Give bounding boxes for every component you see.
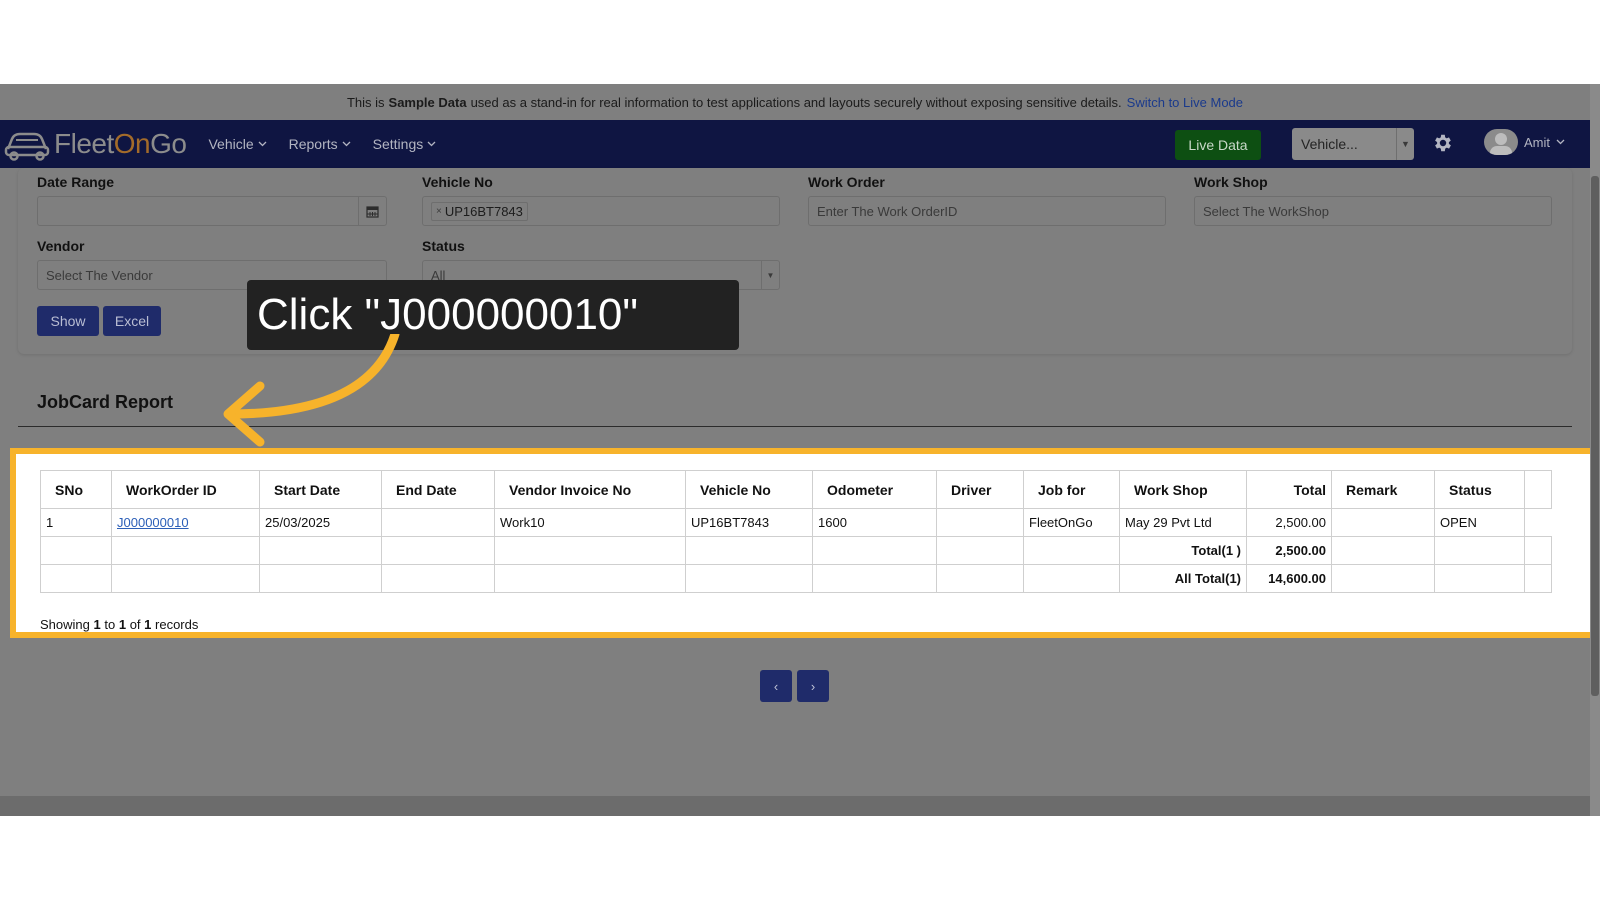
cell-empty: [1525, 509, 1552, 537]
chevron-down-icon: [258, 141, 267, 147]
workshop-label: Work Shop: [1194, 174, 1268, 190]
excel-button[interactable]: Excel: [103, 306, 161, 336]
cell-work-shop: May 29 Pvt Ltd: [1119, 508, 1247, 537]
car-logo-icon: [4, 132, 50, 161]
col-status[interactable]: Status: [1434, 470, 1525, 509]
jobcard-table: SNo WorkOrder ID Start Date End Date Ven…: [40, 470, 1552, 593]
banner-bold: Sample Data: [388, 94, 467, 110]
status-label: Status: [422, 238, 465, 254]
caret-down-icon: ▼: [1396, 128, 1414, 160]
highlighted-table-section: SNo WorkOrder ID Start Date End Date Ven…: [10, 448, 1600, 638]
col-odometer[interactable]: Odometer: [812, 470, 937, 509]
cell-start-date: 25/03/2025: [259, 508, 382, 537]
cell-odometer: 1600: [812, 508, 937, 537]
prev-page-button[interactable]: ‹: [760, 670, 792, 702]
date-range-label: Date Range: [37, 174, 115, 190]
user-menu[interactable]: Amit: [1484, 129, 1565, 155]
vehicle-no-input[interactable]: × UP16BT7843: [422, 196, 780, 226]
vehicle-select-value: Vehicle...: [1301, 136, 1358, 152]
next-page-button[interactable]: ›: [797, 670, 829, 702]
work-order-label: Work Order: [808, 174, 885, 190]
switch-live-mode-link[interactable]: Switch to Live Mode: [1127, 95, 1243, 110]
cell-sno: 1: [40, 508, 112, 537]
col-total[interactable]: Total: [1246, 470, 1332, 509]
gear-icon[interactable]: [1432, 132, 1454, 154]
banner-text: used as a stand-in for real information …: [470, 94, 1122, 110]
col-driver[interactable]: Driver: [936, 470, 1024, 509]
cell-remark: [1331, 508, 1435, 537]
logo-text: FleetOnGo: [54, 128, 187, 159]
col-job-for[interactable]: Job for: [1023, 470, 1120, 509]
col-empty: [1524, 470, 1552, 509]
jobcard-table-wrap: SNo WorkOrder ID Start Date End Date Ven…: [40, 470, 1552, 593]
report-title: JobCard Report: [37, 392, 174, 412]
remove-chip-icon[interactable]: ×: [436, 206, 442, 217]
work-order-input[interactable]: Enter The Work OrderID: [808, 196, 1166, 226]
all-total-label: All Total(1): [1119, 564, 1247, 593]
col-vehicle-no[interactable]: Vehicle No: [685, 470, 813, 509]
nav-menu-settings[interactable]: Settings: [373, 136, 437, 152]
all-total-row: All Total(1) 14,600.00: [40, 564, 1552, 593]
table-row: 1 J000000010 25/03/2025 Work10 UP16BT784…: [40, 508, 1552, 537]
chevron-down-icon: [427, 141, 436, 147]
vehicle-no-label: Vehicle No: [422, 174, 493, 190]
col-remark[interactable]: Remark: [1331, 470, 1435, 509]
cell-end-date: [381, 508, 495, 537]
col-start-date[interactable]: Start Date: [259, 470, 382, 509]
cell-total: 2,500.00: [1246, 508, 1332, 537]
col-workorder-id[interactable]: WorkOrder ID: [111, 470, 260, 509]
logo[interactable]: FleetOnGo: [4, 127, 187, 161]
total-row: Total(1 ) 2,500.00: [40, 536, 1552, 565]
col-end-date[interactable]: End Date: [381, 470, 495, 509]
cell-workorder-id: J000000010: [111, 508, 260, 537]
total-label: Total(1 ): [1119, 536, 1247, 565]
show-button[interactable]: Show: [37, 306, 99, 336]
showing-records-text: Showing 1 to 1 of 1 records: [40, 617, 199, 632]
chevron-down-icon: [342, 141, 351, 147]
col-work-shop[interactable]: Work Shop: [1119, 470, 1247, 509]
cell-status: OPEN: [1434, 508, 1525, 537]
total-value: 2,500.00: [1246, 536, 1332, 565]
calendar-icon[interactable]: [358, 197, 386, 225]
live-data-button[interactable]: Live Data: [1175, 130, 1261, 160]
top-navbar: FleetOnGo Vehicle Reports Settings Live …: [0, 120, 1590, 168]
cell-vehicle-no: UP16BT7843: [685, 508, 813, 537]
workshop-input[interactable]: Select The WorkShop: [1194, 196, 1552, 226]
cell-job-for: FleetOnGo: [1023, 508, 1120, 537]
cell-driver: [936, 508, 1024, 537]
curved-arrow-icon: [223, 334, 400, 447]
all-total-value: 14,600.00: [1246, 564, 1332, 593]
col-vendor-invoice-no[interactable]: Vendor Invoice No: [494, 470, 686, 509]
vehicle-select[interactable]: Vehicle... ▼: [1292, 128, 1414, 160]
col-sno[interactable]: SNo: [40, 470, 112, 509]
vertical-scrollbar[interactable]: [1590, 84, 1600, 816]
date-range-input[interactable]: [37, 196, 387, 226]
scrollbar-thumb[interactable]: [1591, 176, 1599, 696]
nav-menu-reports[interactable]: Reports: [289, 136, 351, 152]
cell-vendor-invoice-no: Work10: [494, 508, 686, 537]
banner-prefix: This is: [346, 94, 385, 110]
avatar: [1484, 129, 1518, 155]
vendor-label: Vendor: [37, 238, 85, 254]
workorder-link[interactable]: J000000010: [117, 515, 189, 530]
caret-down-icon: ▼: [761, 261, 779, 289]
chevron-down-icon: [1556, 139, 1565, 145]
sample-data-banner: This is Sample Data used as a stand-in f…: [0, 84, 1590, 120]
app-frame: This is Sample Data used as a stand-in f…: [0, 84, 1600, 816]
nav-menu-vehicle[interactable]: Vehicle: [208, 136, 267, 152]
table-header-row: SNo WorkOrder ID Start Date End Date Ven…: [40, 470, 1552, 509]
bottom-bar: [0, 796, 1590, 816]
vehicle-chip[interactable]: × UP16BT7843: [431, 201, 528, 221]
user-name: Amit: [1524, 134, 1550, 150]
